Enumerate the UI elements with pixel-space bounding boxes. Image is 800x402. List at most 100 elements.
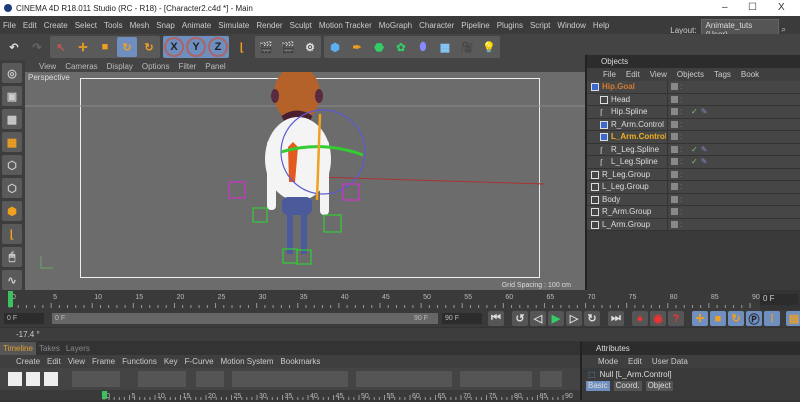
minimize-button[interactable]: – [722,2,728,13]
menu-item-plugins[interactable]: Plugins [497,21,523,30]
x-axis-icon[interactable]: X [164,37,184,57]
object-name-cell[interactable]: Body [587,195,666,204]
menu-item-character[interactable]: Character [419,21,454,30]
visibility-toggle[interactable]: : [667,181,687,193]
record-rotation-icon[interactable]: ↻ [728,311,744,326]
camera-icon[interactable]: 🎥 [457,37,477,57]
viewport-menu-options[interactable]: Options [142,62,170,71]
menu-item-select[interactable]: Select [75,21,97,30]
go-to-end-icon[interactable]: ⏭ [608,311,624,326]
record-point-level-icon[interactable]: ⁞ [764,311,780,326]
object-row[interactable]: L_Leg.Group: [587,181,800,194]
next-frame-icon[interactable]: ▷ [566,311,582,326]
visibility-toggle[interactable]: : [667,168,687,180]
floor-icon[interactable]: ▦ [435,37,455,57]
object-row[interactable]: R_Arm.Control: [587,118,800,131]
viewport-menu-cameras[interactable]: Cameras [65,62,97,71]
scale-icon[interactable]: ■ [95,37,115,57]
preview-range-slider[interactable]: 0 F 90 F [52,313,438,324]
redo-icon[interactable]: ↷ [27,37,47,57]
menu-item-motion-tracker[interactable]: Motion Tracker [319,21,372,30]
spline-ik-tag-icon[interactable]: ✓ ✎ [691,157,707,166]
object-name-cell[interactable]: ∫ Hip.Spline [587,107,666,116]
record-scale-icon[interactable]: ■ [710,311,726,326]
polygons-mode-icon[interactable]: ⬢ [2,201,22,221]
attributes-menu-mode[interactable]: Mode [598,357,618,366]
previous-key-icon[interactable]: ↺ [512,311,528,326]
timeline-menu-frame[interactable]: Frame [92,357,115,366]
viewport-menu-filter[interactable]: Filter [178,62,196,71]
object-row[interactable]: ∫ L_Leg.Spline: ✓ ✎ [587,156,800,169]
object-row[interactable]: Hip.Goal: [587,81,800,94]
autokeying-icon[interactable]: ◉ [650,311,666,326]
next-key-icon[interactable]: ↻ [584,311,600,326]
tweak-mode-icon[interactable]: 🖱 [2,247,22,267]
object-row[interactable]: ∫ R_Leg.Spline: ✓ ✎ [587,143,800,156]
timeline-menu-f-curve[interactable]: F-Curve [185,357,214,366]
viewport-menu-display[interactable]: Display [107,62,133,71]
menu-item-edit[interactable]: Edit [23,21,37,30]
timeline-tool-icons[interactable] [0,368,580,390]
attributes-menu-user-data[interactable]: User Data [652,357,688,366]
tab-layers[interactable]: Layers [63,342,93,355]
timeline-menu-create[interactable]: Create [16,357,40,366]
min-time-field[interactable]: 0 F [4,313,44,324]
move-icon[interactable]: ✛ [73,37,93,57]
timeline-menu-edit[interactable]: Edit [47,357,61,366]
keyframe-selection-icon[interactable]: ? [668,311,684,326]
make-editable-icon[interactable]: ◎ [2,63,22,83]
tab-takes[interactable]: Takes [36,342,63,355]
menu-item-create[interactable]: Create [44,21,68,30]
render-view-icon[interactable]: 🎬 [256,37,276,57]
menu-item-animate[interactable]: Animate [182,21,211,30]
objects-menu-objects[interactable]: Objects [677,70,704,79]
timeline-menu-bookmarks[interactable]: Bookmarks [280,357,320,366]
object-row[interactable]: R_Arm.Group: [587,206,800,219]
attributes-menu-edit[interactable]: Edit [628,357,642,366]
visibility-toggle[interactable]: : [667,118,687,130]
undo-icon[interactable]: ↶ [4,37,24,57]
snap-icon[interactable]: ∿ [2,270,22,290]
record-keys-icon[interactable]: ● [632,311,648,326]
viewport-menu-panel[interactable]: Panel [205,62,225,71]
pen-icon[interactable]: ✒ [347,37,367,57]
spline-ik-tag-icon[interactable]: ✓ ✎ [691,145,707,154]
viewport-menu-view[interactable]: View [39,62,56,71]
object-name-cell[interactable]: L_Arm.Control [587,132,666,141]
object-row[interactable]: Head: [587,93,800,106]
objects-menu-view[interactable]: View [650,70,667,79]
go-to-start-icon[interactable]: ⏮ [488,311,504,326]
record-parameter-icon[interactable]: Ⓟ [746,311,762,326]
y-axis-icon[interactable]: Y [186,37,206,57]
subdivision-icon[interactable]: ⬣ [369,37,389,57]
object-name-cell[interactable]: Hip.Goal [587,82,666,91]
recent-tool-icon[interactable]: ↻ [139,37,159,57]
spline-ik-tag-icon[interactable]: ✓ ✎ [691,107,707,116]
object-name-cell[interactable]: L_Arm.Group [587,220,666,229]
playhead[interactable] [102,391,107,399]
visibility-toggle[interactable]: : [667,193,687,205]
object-name-cell[interactable]: ∫ L_Leg.Spline [587,157,666,166]
objects-menu-file[interactable]: File [603,70,616,79]
menu-item-sculpt[interactable]: Sculpt [290,21,312,30]
deformer-icon[interactable]: ⬮ [413,37,433,57]
visibility-toggle[interactable]: : [667,156,687,168]
menu-item-mesh[interactable]: Mesh [130,21,150,30]
points-mode-icon[interactable]: ⬡ [2,155,22,175]
menu-item-snap[interactable]: Snap [156,21,175,30]
menu-item-pipeline[interactable]: Pipeline [461,21,489,30]
menu-item-mograph[interactable]: MoGraph [379,21,412,30]
max-time-field[interactable]: 90 F [442,313,482,324]
timeline-menu-key[interactable]: Key [164,357,178,366]
menu-item-tools[interactable]: Tools [104,21,123,30]
render-picture-viewer-icon[interactable]: 🎬 [278,37,298,57]
visibility-toggle[interactable]: : [667,81,687,93]
tab-timeline[interactable]: Timeline [0,342,36,355]
menu-item-help[interactable]: Help [593,21,609,30]
object-row[interactable]: L_Arm.Control: [587,131,800,144]
timeline-menu-view[interactable]: View [68,357,85,366]
visibility-toggle[interactable]: : [667,106,687,118]
playhead[interactable] [8,291,13,307]
menu-item-window[interactable]: Window [557,21,585,30]
attributes-tab-basic[interactable]: Basic [586,381,610,391]
